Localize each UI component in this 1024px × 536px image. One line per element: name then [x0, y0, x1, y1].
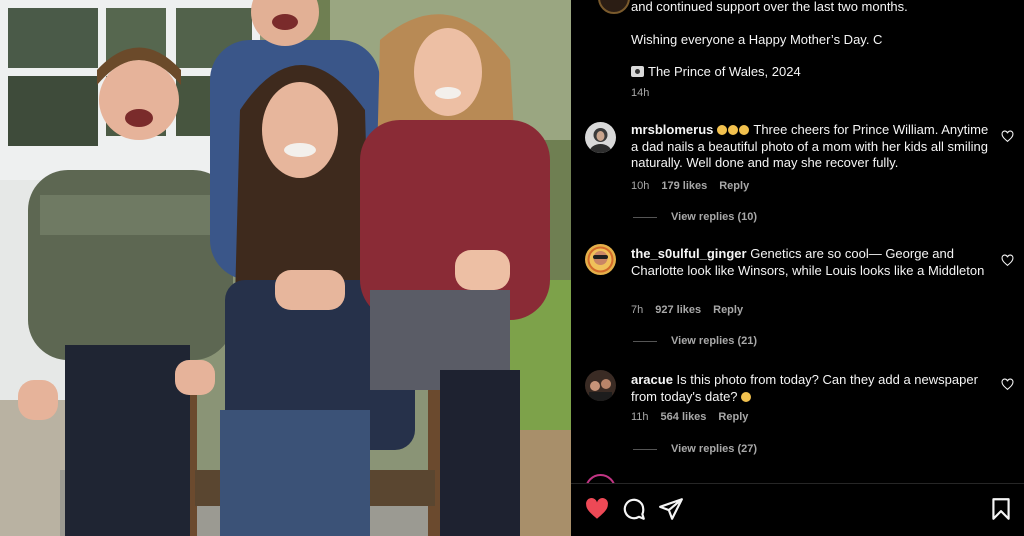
comment-heart-icon[interactable]: [1001, 130, 1014, 143]
comment-username[interactable]: mrsblomerus: [631, 122, 713, 137]
comment-likes[interactable]: 564 likes: [661, 411, 707, 423]
comment-heart-icon[interactable]: [1001, 378, 1014, 391]
replies-divider: [633, 340, 657, 342]
heart-icon[interactable]: [584, 496, 610, 522]
comment-text: the_s0ulful_ginger Genetics are so cool—…: [631, 246, 989, 279]
replies-divider: [633, 448, 657, 450]
user-avatar-icon: [585, 244, 616, 275]
comments-panel: and continued support over the last two …: [571, 0, 1024, 536]
comment-likes[interactable]: 179 likes: [661, 180, 707, 192]
comment-time: 10h: [631, 180, 650, 192]
caption-timestamp: 14h: [631, 87, 650, 99]
comment-heart-icon[interactable]: [1001, 254, 1014, 267]
send-icon[interactable]: [658, 496, 684, 522]
comment-icon[interactable]: [621, 496, 647, 522]
clap-emoji-icon: [717, 125, 727, 135]
comment-username[interactable]: the_s0ulful_ginger: [631, 246, 747, 261]
view-replies-button[interactable]: View replies (27): [633, 443, 757, 455]
reply-button[interactable]: Reply: [718, 411, 748, 423]
caption-line-2: Wishing everyone a Happy Mother’s Day. C: [631, 32, 883, 47]
comment-body: Is this photo from today? Can they add a…: [631, 372, 978, 404]
family-photo-image: [0, 0, 571, 536]
bookmark-icon[interactable]: [988, 496, 1014, 522]
avatar[interactable]: [585, 122, 616, 153]
comment-time: 7h: [631, 304, 644, 316]
caption-line-1: and continued support over the last two …: [631, 0, 908, 14]
view-replies-label: View replies (21): [671, 335, 758, 347]
view-replies-label: View replies (27): [671, 443, 758, 455]
user-avatar-icon: [585, 370, 616, 401]
comment-likes[interactable]: 927 likes: [655, 304, 701, 316]
caption-line-3-text: The Prince of Wales, 2024: [648, 64, 801, 79]
user-avatar-icon: [585, 122, 616, 153]
clap-emoji-icon: [728, 125, 738, 135]
view-replies-button[interactable]: View replies (21): [633, 335, 757, 347]
comment-meta: 7h 927 likes Reply: [631, 304, 755, 316]
post-caption: and continued support over the last two …: [571, 0, 1024, 110]
next-comment-avatar: [585, 474, 616, 483]
reply-button[interactable]: Reply: [719, 180, 749, 192]
replies-divider: [633, 216, 657, 218]
post-photo[interactable]: [0, 0, 571, 536]
clap-emoji-icon: [739, 125, 749, 135]
post-actions-bar: [571, 484, 1024, 536]
caption-line-3: The Prince of Wales, 2024: [631, 64, 801, 80]
avatar[interactable]: [585, 370, 616, 401]
view-replies-label: View replies (10): [671, 211, 758, 223]
grin-emoji-icon: [741, 391, 752, 402]
comment-text: aracue Is this photo from today? Can the…: [631, 372, 989, 405]
comment-meta: 10h 179 likes Reply: [631, 180, 761, 192]
view-replies-button[interactable]: View replies (10): [633, 211, 757, 223]
comment-username[interactable]: aracue: [631, 372, 673, 387]
comment-time: 11h: [631, 411, 649, 423]
avatar[interactable]: [585, 244, 616, 275]
caption-avatar[interactable]: [598, 0, 630, 14]
camera-emoji-icon: [631, 66, 644, 77]
comment-meta: 11h 564 likes Reply: [631, 411, 760, 423]
reply-button[interactable]: Reply: [713, 304, 743, 316]
comment-text: mrsblomerus Three cheers for Prince Will…: [631, 122, 989, 172]
